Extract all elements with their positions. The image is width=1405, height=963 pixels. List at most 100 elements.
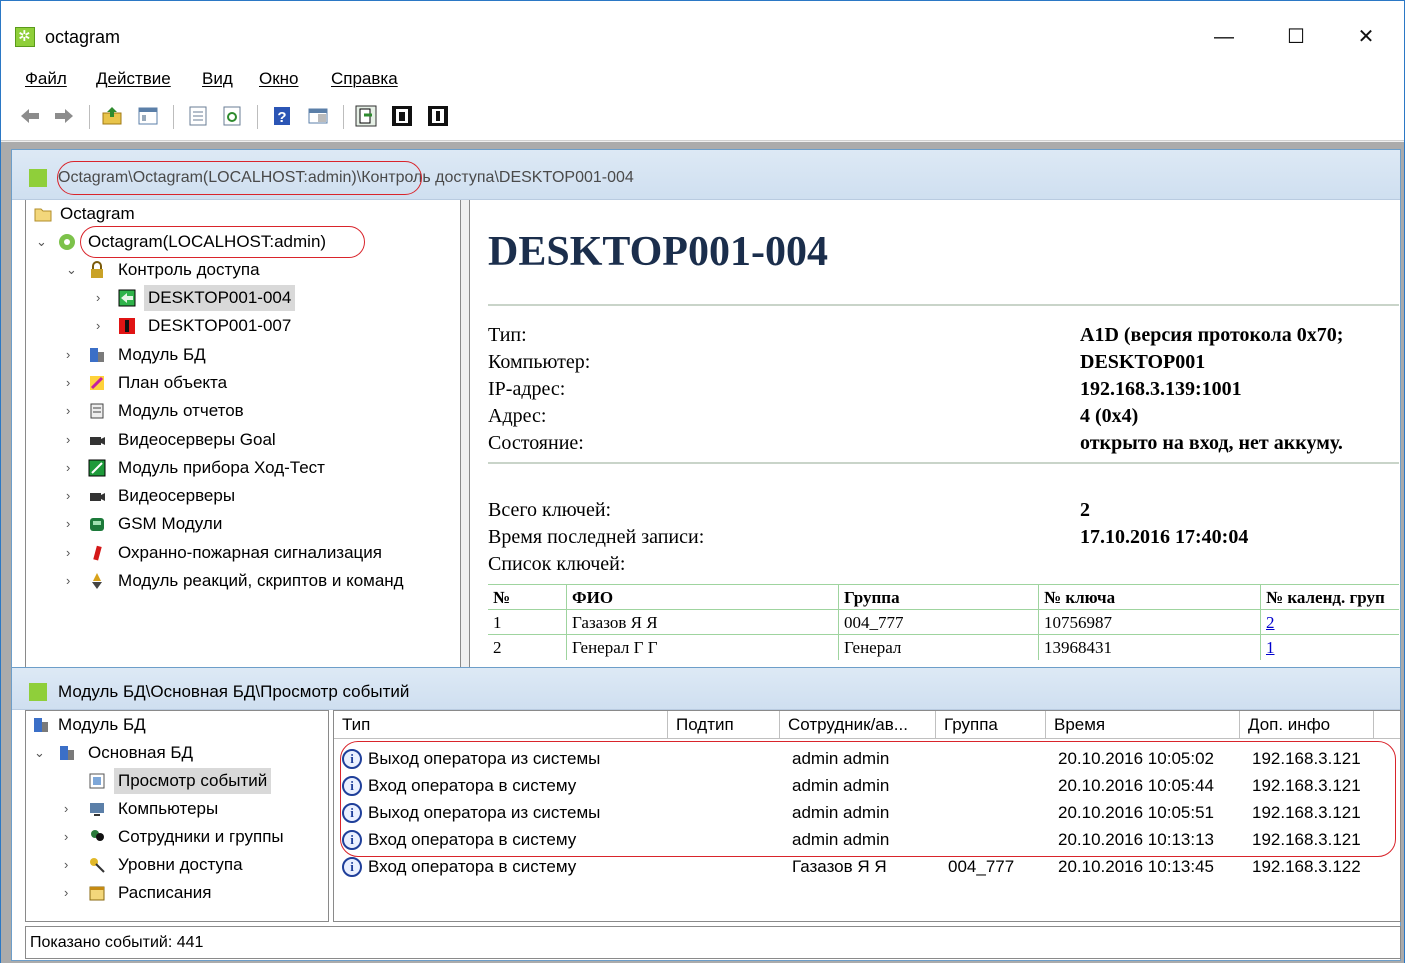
svg-text:?: ? xyxy=(277,109,286,126)
event-employee: admin admin xyxy=(792,803,890,822)
minimize-button[interactable]: — xyxy=(1201,19,1247,55)
tree-item-computers[interactable]: › Компьютеры xyxy=(32,796,322,822)
column-header-type[interactable]: Тип xyxy=(334,711,668,739)
tree-item-label: Видеосерверы Goal xyxy=(118,430,276,449)
tree-item-desktop001-004[interactable]: › DESKTOP001-004 xyxy=(34,285,454,311)
tree-item-employees[interactable]: › Сотрудники и группы xyxy=(32,824,322,850)
tree-item-db-module[interactable]: › Модуль БД xyxy=(34,342,454,368)
tree-item-access-control[interactable]: ⌄ Контроль доступа xyxy=(34,257,454,283)
chevron-down-icon[interactable]: ⌄ xyxy=(36,229,50,255)
title-bar: octagram — ☐ ✕ xyxy=(1,1,1404,61)
column-header-extra[interactable]: Доп. инфо xyxy=(1240,711,1374,739)
tree-item-db-module[interactable]: Модуль БД xyxy=(32,712,322,738)
tree-item-desktop001-007[interactable]: › DESKTOP001-007 xyxy=(34,313,454,339)
tree-item-event-view[interactable]: Просмотр событий xyxy=(32,768,322,794)
refresh-icon[interactable] xyxy=(221,105,243,127)
chevron-right-icon[interactable]: › xyxy=(64,880,78,906)
column-header-empty xyxy=(1374,711,1400,739)
column-header-employee[interactable]: Сотрудник/ав... xyxy=(780,711,936,739)
vertical-splitter[interactable] xyxy=(461,200,469,668)
column-header: № календ. груп xyxy=(1260,585,1399,610)
list-item[interactable]: i Вход оператора в систему Газазов Я Я 0… xyxy=(334,853,1400,880)
tree-item-label: Модуль реакций, скриптов и команд xyxy=(118,571,404,590)
tree-item-access-levels[interactable]: › Уровни доступа xyxy=(32,852,322,878)
tree-item-schedules[interactable]: › Расписания xyxy=(32,880,322,906)
help-icon[interactable]: ? xyxy=(271,105,293,127)
table-cell: 13968431 xyxy=(1038,635,1260,660)
chevron-right-icon[interactable]: › xyxy=(66,398,80,424)
chevron-right-icon[interactable]: › xyxy=(64,824,78,850)
panel-icon[interactable] xyxy=(307,105,329,127)
tree-item-video-servers[interactable]: › Видеосерверы xyxy=(34,483,454,509)
tree-item-scripts[interactable]: › Модуль реакций, скриптов и команд xyxy=(34,568,454,594)
tree-item-main-db[interactable]: ⌄ Основная БД xyxy=(32,740,322,766)
chevron-right-icon[interactable]: › xyxy=(66,483,80,509)
chevron-down-icon[interactable]: ⌄ xyxy=(66,257,80,283)
lock-icon xyxy=(91,261,103,278)
chevron-right-icon[interactable]: › xyxy=(96,313,110,339)
properties-icon[interactable] xyxy=(187,105,209,127)
event-employee: admin admin xyxy=(792,749,890,768)
chevron-right-icon[interactable]: › xyxy=(64,796,78,822)
chevron-right-icon[interactable]: › xyxy=(66,342,80,368)
back-icon[interactable] xyxy=(19,105,41,127)
breadcrumb-part-1[interactable]: Octagram\Octagram(LOCALHOST:admin)\ xyxy=(58,169,361,186)
db-tree: Модуль БД ⌄ Основная БД Просмотр событий… xyxy=(25,710,329,922)
device-icon xyxy=(88,459,106,477)
tree-item-hod-test[interactable]: › Модуль прибора Ход-Тест xyxy=(34,455,454,481)
column-header-subtype[interactable]: Подтип xyxy=(668,711,780,739)
tree-item-video-goal[interactable]: › Видеосерверы Goal xyxy=(34,427,454,453)
menu-file[interactable]: Файл xyxy=(25,69,67,89)
info-icon: i xyxy=(342,857,362,877)
event-extra: 192.168.3.121 xyxy=(1252,803,1361,822)
calendar-group-link[interactable]: 2 xyxy=(1266,613,1275,632)
field-value: A1D (версия протокола 0x70; xyxy=(1080,324,1344,346)
chevron-right-icon[interactable]: › xyxy=(64,852,78,878)
chevron-right-icon[interactable]: › xyxy=(66,455,80,481)
open-door-icon[interactable] xyxy=(355,105,377,127)
menu-help[interactable]: Справка xyxy=(331,69,398,89)
view-icon[interactable] xyxy=(137,105,159,127)
menu-view[interactable]: Вид xyxy=(202,69,233,89)
tree-item-gsm[interactable]: › GSM Модули xyxy=(34,511,454,537)
tree-item-reports[interactable]: › Модуль отчетов xyxy=(34,398,454,424)
maximize-button[interactable]: ☐ xyxy=(1273,19,1319,55)
event-type: Вход оператора в систему xyxy=(368,830,577,849)
tree-item-object-plan[interactable]: › План объекта xyxy=(34,370,454,396)
chevron-right-icon[interactable]: › xyxy=(96,285,110,311)
status-bar: Показано событий: 441 xyxy=(25,926,1401,959)
tree-item-server[interactable]: ⌄ Octagram(LOCALHOST:admin) xyxy=(34,226,454,258)
column-header-group[interactable]: Группа xyxy=(936,711,1046,739)
calendar-group-link[interactable]: 1 xyxy=(1266,638,1275,657)
info-icon: i xyxy=(342,830,362,850)
phone-icon xyxy=(90,518,104,531)
list-item[interactable]: i Выход оператора из системы admin admin… xyxy=(334,745,1400,772)
tree-item-label: Основная БД xyxy=(88,743,194,762)
chevron-down-icon[interactable]: ⌄ xyxy=(34,740,48,766)
chevron-right-icon[interactable]: › xyxy=(66,568,80,594)
menu-action[interactable]: Действие xyxy=(96,69,171,89)
column-header-time[interactable]: Время xyxy=(1046,711,1240,739)
device-window-caption: Octagram\Octagram(LOCALHOST:admin)\Контр… xyxy=(12,150,1400,200)
chevron-right-icon[interactable]: › xyxy=(66,427,80,453)
menu-window[interactable]: Окно xyxy=(259,69,299,89)
events-list-header: Тип Подтип Сотрудник/ав... Группа Время … xyxy=(334,711,1400,739)
forward-icon[interactable] xyxy=(53,105,75,127)
chevron-right-icon[interactable]: › xyxy=(66,540,80,566)
lock-door-icon[interactable] xyxy=(427,105,449,127)
device-window: Octagram\Octagram(LOCALHOST:admin)\Контр… xyxy=(11,149,1401,669)
close-door-icon[interactable] xyxy=(391,105,413,127)
list-item[interactable]: i Выход оператора из системы admin admin… xyxy=(334,799,1400,826)
list-item[interactable]: i Вход оператора в систему admin admin 2… xyxy=(334,826,1400,853)
report-icon xyxy=(90,403,104,419)
close-button[interactable]: ✕ xyxy=(1343,19,1389,55)
field-label: Тип: xyxy=(488,324,527,346)
breadcrumb-part-2[interactable]: Контроль доступа\DESKTOP001-004 xyxy=(361,169,634,186)
field-label: Всего ключей: xyxy=(488,499,612,521)
chevron-right-icon[interactable]: › xyxy=(66,511,80,537)
chevron-right-icon[interactable]: › xyxy=(66,370,80,396)
list-item[interactable]: i Вход оператора в систему admin admin 2… xyxy=(334,772,1400,799)
tree-item-octagram[interactable]: Octagram xyxy=(34,201,454,227)
tree-item-fire-alarm[interactable]: › Охранно-пожарная сигнализация xyxy=(34,540,454,566)
folder-up-icon[interactable] xyxy=(101,105,123,127)
